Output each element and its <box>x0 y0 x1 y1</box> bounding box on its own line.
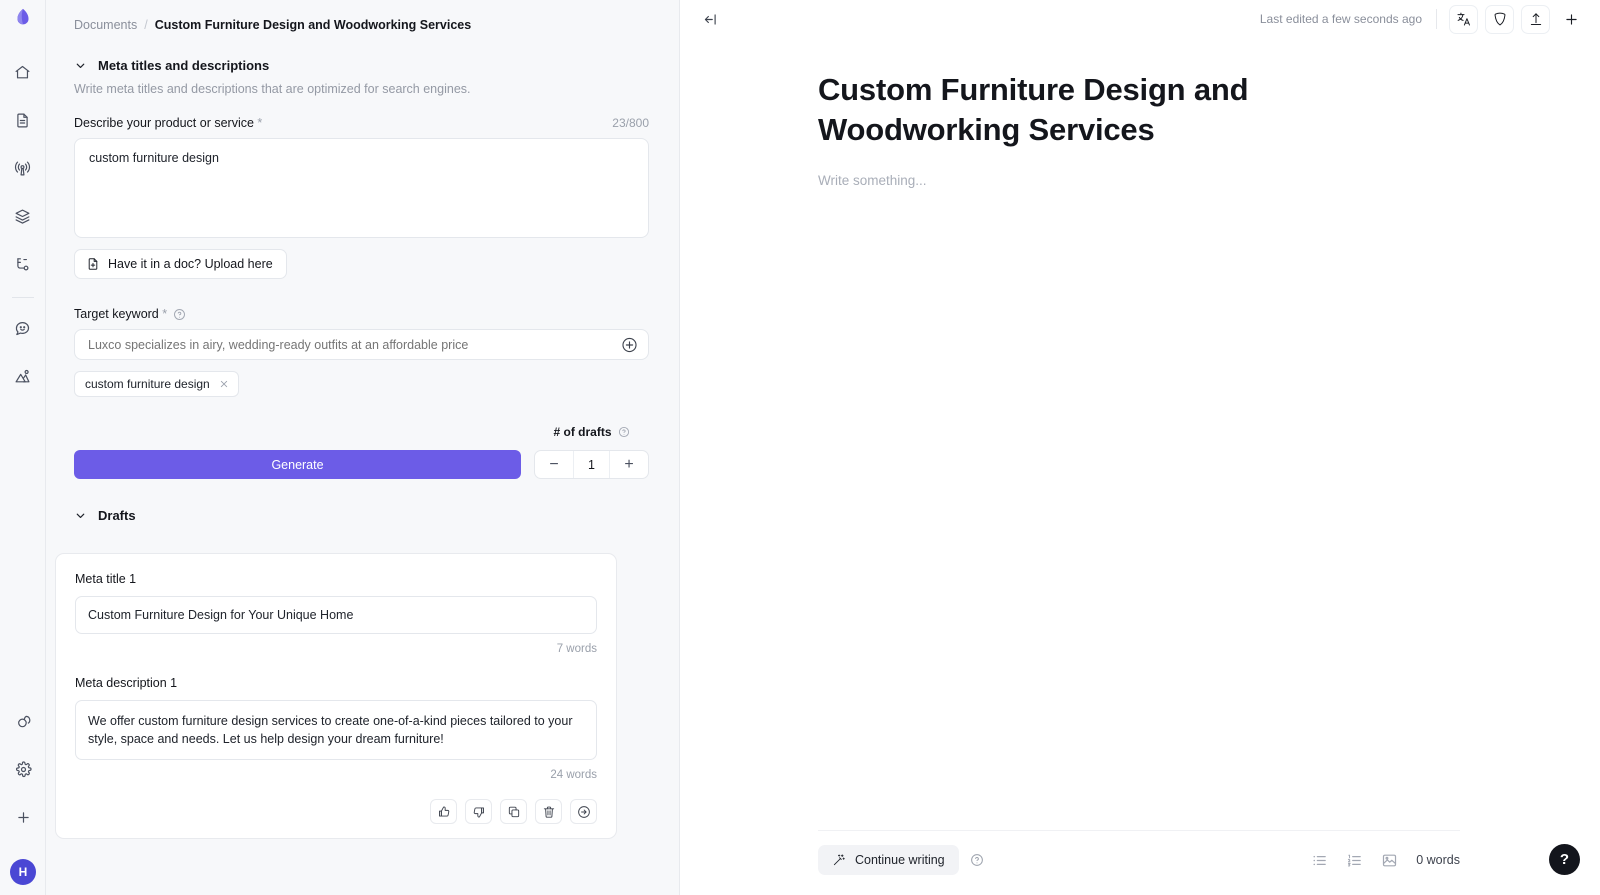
app-logo[interactable] <box>12 7 34 34</box>
describe-counter: 23/800 <box>612 116 649 130</box>
generate-row: Generate # of drafts − 1 + <box>74 425 649 479</box>
sidebar-item-add[interactable] <box>8 802 38 832</box>
insert-button[interactable] <box>570 799 597 824</box>
toolbar-divider <box>1436 9 1437 29</box>
insert-image-button[interactable] <box>1381 852 1398 869</box>
required-marker: * <box>257 116 262 130</box>
upload-doc-button[interactable]: Have it in a doc? Upload here <box>74 249 287 279</box>
close-icon[interactable] <box>219 379 229 389</box>
target-keyword-input-wrap <box>74 329 649 360</box>
decrement-button[interactable]: − <box>535 451 573 478</box>
meta-title-wordcount: 7 words <box>75 643 597 655</box>
drafts-count-label: # of drafts <box>553 425 611 439</box>
breadcrumb-separator: / <box>144 18 147 32</box>
editor-toolbar-right: Last edited a few seconds ago <box>1260 5 1586 34</box>
help-circle-icon[interactable] <box>618 426 630 438</box>
delete-button[interactable] <box>535 799 562 824</box>
like-button[interactable] <box>430 799 457 824</box>
drafts-section-header[interactable]: Drafts <box>74 508 649 523</box>
describe-label: Describe your product or service * <box>74 116 262 130</box>
drafts-stepper-group: # of drafts − 1 + <box>534 425 649 479</box>
breadcrumb: Documents / Custom Furniture Design and … <box>74 18 649 32</box>
required-marker: * <box>162 307 167 321</box>
sidebar-item-documents[interactable] <box>8 105 38 135</box>
add-keyword-icon[interactable] <box>621 336 638 353</box>
section-subtitle: Write meta titles and descriptions that … <box>74 82 649 96</box>
export-button[interactable] <box>1521 5 1550 34</box>
editor-footer-right: 0 words <box>1311 852 1460 869</box>
draft-actions <box>75 799 597 824</box>
generate-button[interactable]: Generate <box>74 450 521 479</box>
sidebar-item-settings[interactable] <box>8 754 38 784</box>
last-edited-status: Last edited a few seconds ago <box>1260 12 1422 26</box>
keyword-chip-label: custom furniture design <box>85 377 210 391</box>
drafts-section-title: Drafts <box>98 508 136 523</box>
sidebar-item-chat[interactable] <box>8 313 38 343</box>
help-fab-button[interactable]: ? <box>1549 844 1580 875</box>
drafts-count-value[interactable]: 1 <box>573 451 610 478</box>
editor-panel: Last edited a few seconds ago Custom Fur… <box>680 0 1600 895</box>
draft-card: Meta title 1 Custom Furniture Design for… <box>55 553 617 839</box>
meta-title-label: Meta title 1 <box>75 572 597 586</box>
breadcrumb-root[interactable]: Documents <box>74 18 137 32</box>
meta-description-label: Meta description 1 <box>75 676 597 690</box>
file-upload-icon <box>86 257 100 271</box>
drafts-stepper: − 1 + <box>534 450 649 479</box>
avatar[interactable]: H <box>10 859 36 885</box>
magic-wand-icon <box>832 853 846 867</box>
describe-field-header: Describe your product or service * 23/80… <box>74 116 649 130</box>
sidebar-item-layers[interactable] <box>8 201 38 231</box>
target-keyword-label: Target keyword * <box>74 307 167 321</box>
editor-footer: Continue writing 0 words <box>818 830 1460 875</box>
tool-panel: Documents / Custom Furniture Design and … <box>46 0 680 895</box>
chevron-down-icon <box>74 59 87 72</box>
drafts-count-label-row: # of drafts <box>553 425 629 439</box>
target-keyword-label-row: Target keyword * <box>74 307 649 321</box>
editor-toolbar: Last edited a few seconds ago <box>680 0 1600 38</box>
sidebar-item-broadcast[interactable] <box>8 153 38 183</box>
target-keyword-input[interactable] <box>88 338 612 352</box>
rail-bottom-group: H <box>0 697 46 885</box>
upload-doc-label: Have it in a doc? Upload here <box>108 257 273 271</box>
numbered-list-button[interactable] <box>1346 852 1363 869</box>
document-placeholder[interactable]: Write something... <box>818 173 1600 188</box>
translate-button[interactable] <box>1449 5 1478 34</box>
bullet-list-button[interactable] <box>1311 852 1328 869</box>
help-circle-icon[interactable] <box>970 853 984 867</box>
breadcrumb-current: Custom Furniture Design and Woodworking … <box>155 18 471 32</box>
help-circle-icon[interactable] <box>173 308 186 321</box>
icon-rail: H <box>0 0 46 895</box>
section-title: Meta titles and descriptions <box>98 58 269 73</box>
meta-title-input[interactable]: Custom Furniture Design for Your Unique … <box>75 596 597 634</box>
editor-word-count: 0 words <box>1416 853 1460 867</box>
meta-description-input[interactable]: We offer custom furniture design service… <box>75 700 597 760</box>
rail-divider <box>12 297 34 298</box>
section-header[interactable]: Meta titles and descriptions <box>74 58 649 73</box>
sidebar-item-images[interactable] <box>8 361 38 391</box>
dislike-button[interactable] <box>465 799 492 824</box>
meta-description-wordcount: 24 words <box>75 769 597 781</box>
collapse-panel-icon[interactable] <box>702 11 719 28</box>
sidebar-item-home[interactable] <box>8 57 38 87</box>
new-document-button[interactable] <box>1557 5 1586 34</box>
increment-button[interactable]: + <box>610 451 648 478</box>
copy-button[interactable] <box>500 799 527 824</box>
continue-writing-label: Continue writing <box>855 853 945 867</box>
document-title[interactable]: Custom Furniture Design and Woodworking … <box>818 70 1408 150</box>
describe-input[interactable]: custom furniture design <box>74 138 649 238</box>
sidebar-item-integrations[interactable] <box>8 706 38 736</box>
keyword-chip[interactable]: custom furniture design <box>74 371 239 397</box>
document-body: Custom Furniture Design and Woodworking … <box>680 38 1600 188</box>
chevron-down-icon <box>74 509 87 522</box>
plagiarism-button[interactable] <box>1485 5 1514 34</box>
continue-writing-button[interactable]: Continue writing <box>818 845 959 875</box>
sidebar-item-workflows[interactable] <box>8 249 38 279</box>
app-root: H Documents / Custom Furniture Design an… <box>0 0 1600 895</box>
